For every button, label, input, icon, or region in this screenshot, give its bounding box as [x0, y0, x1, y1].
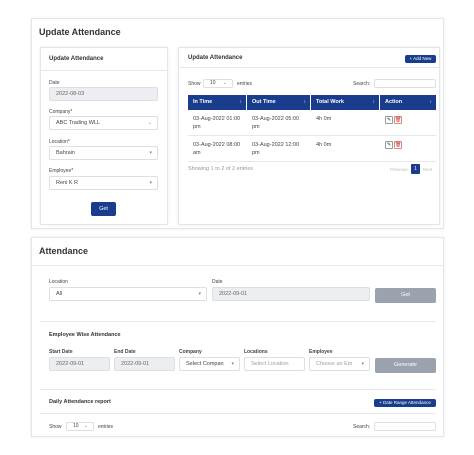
divider	[41, 70, 167, 71]
chevron-down-icon: ▾	[198, 291, 201, 297]
entries-select[interactable]: 10 ⌄	[203, 79, 233, 88]
next-button[interactable]: Next	[423, 167, 432, 172]
employee-select[interactable]: Choose an Em ▾	[309, 357, 370, 371]
edit-icon[interactable]: ✎	[385, 116, 393, 124]
date-value: 2022-09-01	[219, 291, 248, 297]
delete-icon[interactable]: 🗑	[394, 116, 402, 124]
out-time-cell: 03-Aug-2022 05:00 pm	[252, 116, 300, 130]
edit-icon[interactable]: ✎	[385, 141, 393, 149]
location-select[interactable]: All ▾	[49, 287, 207, 301]
end-date-field[interactable]: 2022-09-01	[114, 357, 175, 371]
attendance-title: Attendance	[39, 246, 89, 256]
company-label: Company	[179, 349, 202, 355]
show-label: Show	[49, 424, 62, 430]
chevron-down-icon: ⌄	[147, 120, 152, 126]
search-label: Search:	[353, 424, 371, 430]
search-input[interactable]	[374, 422, 436, 431]
out-time-cell: 03-Aug-2022 12:00 pm	[252, 142, 300, 156]
chevron-down-icon: ▾	[231, 361, 234, 367]
employee-select[interactable]: Reni K R ▾	[49, 176, 158, 190]
entries-select[interactable]: 10 ⌄	[66, 422, 94, 431]
divider	[40, 321, 436, 322]
entries-value: 10	[210, 80, 216, 86]
column-header-total-work[interactable]: Total Work ↕	[311, 95, 379, 110]
date-label: Date	[212, 279, 223, 285]
divider	[40, 389, 436, 390]
employee-value: Reni K R	[56, 180, 79, 186]
start-date-value: 2022-09-01	[56, 361, 85, 367]
employee-label: Employee	[309, 349, 333, 355]
date-label: Date	[49, 80, 60, 86]
company-value: ABC Trading WLL	[56, 120, 101, 126]
sort-icon: ↕	[372, 99, 376, 105]
end-date-label: End Date	[114, 349, 136, 355]
location-select[interactable]: Bahrain ▾	[49, 146, 158, 160]
column-header-in-time[interactable]: In Time ↕	[188, 95, 246, 110]
total-work-cell: 4h 0m	[316, 116, 332, 122]
add-new-button[interactable]: + Add New	[405, 55, 436, 63]
sort-icon: ↕	[239, 99, 243, 105]
divider	[32, 265, 443, 266]
date-field[interactable]: 2022-08-03	[49, 87, 158, 101]
chevron-down-icon: ▾	[361, 361, 364, 367]
locations-label: Locations	[244, 349, 268, 355]
start-date-field[interactable]: 2022-09-01	[49, 357, 110, 371]
chevron-down-icon: ▾	[149, 150, 152, 156]
location-label: Location	[49, 279, 68, 285]
entries-label: entries	[237, 81, 253, 87]
get-button[interactable]: Get	[375, 288, 436, 303]
date-field[interactable]: 2022-09-01	[212, 287, 370, 301]
entries-value: 10	[73, 423, 79, 429]
show-label: Show	[188, 81, 201, 87]
previous-button[interactable]: Previous	[390, 167, 408, 172]
page-title: Update Attendance	[39, 27, 121, 37]
location-value: Bahrain	[56, 150, 75, 156]
generate-button[interactable]: Generate	[375, 358, 436, 373]
company-placeholder: Select Compan	[186, 361, 224, 367]
divider	[40, 413, 436, 414]
search-label: Search:	[353, 81, 371, 87]
column-header-action[interactable]: Action ↕	[380, 95, 436, 110]
company-label: Company*	[49, 109, 73, 115]
locations-placeholder: Select Location	[251, 361, 289, 367]
in-time-cell: 03-Aug-2022 08:00 am	[193, 142, 241, 156]
update-form-card	[40, 47, 168, 225]
employee-wise-title: Employee Wise Attendance	[49, 332, 121, 338]
employee-placeholder: Choose an Em	[316, 361, 353, 367]
date-value: 2022-08-03	[56, 91, 85, 97]
company-select[interactable]: Select Compan ▾	[179, 357, 240, 371]
employee-label: Employee*	[49, 168, 74, 174]
chevron-down-icon: ▾	[149, 180, 152, 186]
start-date-label: Start Date	[49, 349, 73, 355]
search-input[interactable]	[374, 79, 436, 88]
list-title: Update Attendance	[188, 55, 243, 61]
get-button[interactable]: Get	[91, 202, 116, 216]
company-select[interactable]: ABC Trading WLL ⌄	[49, 116, 158, 130]
form-title: Update Attendance	[49, 56, 104, 62]
location-label: Location*	[49, 139, 70, 145]
in-time-cell: 03-Aug-2022 01:00 pm	[193, 116, 241, 130]
total-work-cell: 4h 0m	[316, 142, 332, 148]
chevron-down-icon: ⌄	[83, 423, 88, 429]
locations-select[interactable]: Select Location	[244, 357, 305, 371]
sort-icon: ↕	[429, 99, 433, 105]
page-1-button[interactable]: 1	[411, 164, 420, 174]
end-date-value: 2022-09-01	[121, 361, 150, 367]
table-info: Showing 1 to 2 of 2 entries	[188, 166, 254, 172]
chevron-down-icon: ⌄	[222, 80, 227, 86]
column-header-out-time[interactable]: Out Time ↕	[247, 95, 310, 110]
sort-icon: ↕	[303, 99, 307, 105]
delete-icon[interactable]: 🗑	[394, 141, 402, 149]
location-value: All	[56, 291, 63, 297]
daily-report-title: Daily Attendance report	[49, 399, 111, 405]
divider	[179, 67, 439, 68]
entries-label: entries	[98, 424, 114, 430]
date-range-attendance-button[interactable]: + Date Range Attendance	[374, 399, 436, 407]
